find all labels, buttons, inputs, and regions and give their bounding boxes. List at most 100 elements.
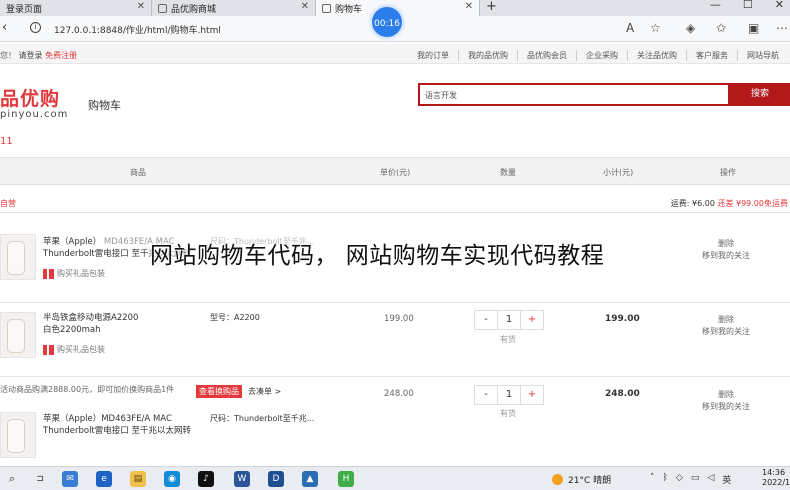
nav-membership[interactable]: 品优购会员: [517, 50, 576, 61]
site-logo[interactable]: 品优购: [0, 84, 60, 111]
search-icon[interactable]: ⌕: [4, 471, 20, 487]
quantity-stepper: - 1 +: [474, 385, 544, 405]
watermark-caption: 网站购物车代码， 网站购物车实现代码教程: [150, 243, 605, 269]
quantity-input[interactable]: 1: [498, 311, 520, 329]
product-name[interactable]: 半岛铁盒移动电源A2200 白色2200mah: [43, 312, 138, 336]
favorite-add-icon[interactable]: ☆: [650, 21, 661, 35]
network-icon[interactable]: ◇: [676, 473, 683, 486]
more-icon[interactable]: ⋯: [776, 21, 788, 35]
new-tab-icon[interactable]: +: [486, 0, 497, 14]
page-icon: [322, 3, 331, 13]
product-thumbnail[interactable]: [0, 412, 36, 458]
gift-wrap-link[interactable]: 购买礼品包装: [43, 344, 105, 355]
col-actions: 操作: [720, 168, 736, 177]
gift-wrap-link[interactable]: 购买礼品包装: [43, 268, 105, 279]
clock[interactable]: 14:36 2022/10/: [762, 468, 790, 488]
weather-widget[interactable]: 21°C 晴朗: [552, 473, 611, 486]
free-shipping-hint: 还差 ¥99.00免运费: [717, 199, 788, 208]
delete-link[interactable]: 删除: [702, 238, 750, 250]
welcome-label: 您！: [0, 51, 16, 60]
collections-icon[interactable]: ▣: [748, 21, 759, 35]
clock-date: 2022/10/: [762, 478, 790, 487]
volume-icon[interactable]: ◁: [707, 473, 714, 486]
move-to-favorites-link[interactable]: 移到我的关注: [702, 250, 750, 262]
item-subtotal: 248.00: [605, 389, 640, 399]
increase-button[interactable]: +: [520, 386, 543, 404]
cart-count: 11: [0, 136, 13, 147]
nav-follow[interactable]: 关注品优购: [627, 50, 686, 61]
close-window-icon[interactable]: ✕: [775, 0, 784, 11]
product-name-line1: 半岛铁盒移动电源A2200: [43, 313, 139, 323]
gift-icon: [43, 344, 54, 355]
login-link[interactable]: 请登录: [19, 51, 43, 60]
task-view-icon[interactable]: ⊐: [32, 471, 48, 487]
tiktok-icon[interactable]: ♪: [198, 471, 214, 487]
item-subtotal: 199.00: [605, 314, 640, 324]
col-unit-price: 单价(元): [380, 168, 411, 177]
minimize-icon[interactable]: —: [710, 0, 721, 11]
search-box[interactable]: [418, 83, 730, 106]
browser-icon[interactable]: ◉: [164, 471, 180, 487]
display-icon[interactable]: ▭: [691, 473, 700, 486]
nav-my-orders[interactable]: 我的订单: [408, 50, 458, 61]
decrease-button[interactable]: -: [475, 386, 498, 404]
move-to-favorites-link[interactable]: 移到我的关注: [702, 401, 750, 413]
tab-mall[interactable]: 品优购商城 ✕: [152, 0, 316, 16]
tab-label: 登录页面: [6, 4, 43, 15]
page-title: 购物车: [88, 99, 121, 112]
mail-icon[interactable]: ✉: [62, 471, 78, 487]
quantity-input[interactable]: 1: [498, 386, 520, 404]
shop-tag: 自营: [0, 199, 16, 208]
close-tab-icon[interactable]: ✕: [301, 1, 309, 12]
folder-icon[interactable]: ▤: [130, 471, 146, 487]
register-link[interactable]: 免费注册: [45, 51, 77, 60]
gift-wrap-label: 购买礼品包装: [57, 345, 105, 354]
delete-link[interactable]: 删除: [702, 389, 750, 401]
product-name-line1: 苹果（Apple）MD463FE/A MAC: [43, 414, 172, 424]
product-thumbnail[interactable]: [0, 312, 36, 358]
delete-link[interactable]: 删除: [702, 314, 750, 326]
ime-indicator[interactable]: 英: [722, 473, 731, 486]
search-input[interactable]: 语言开发: [425, 90, 457, 101]
cart-item: 半岛铁盒移动电源A2200 白色2200mah 购买礼品包装 型号：A2200 …: [0, 304, 790, 376]
move-to-favorites-link[interactable]: 移到我的关注: [702, 326, 750, 338]
site-top-bar: 您！ 请登录 免费注册 我的订单 我的品优购 品优购会员 企业采购 关注品优购 …: [0, 44, 790, 64]
increase-button[interactable]: +: [520, 311, 543, 329]
nav-my-pinyougou[interactable]: 我的品优购: [458, 50, 517, 61]
info-icon[interactable]: i: [30, 22, 41, 33]
extensions-icon[interactable]: ◈: [686, 21, 695, 35]
product-thumbnail[interactable]: [0, 234, 36, 280]
tab-login[interactable]: 登录页面 ✕: [0, 0, 152, 16]
unit-price: 248.00: [384, 389, 414, 399]
photos-icon[interactable]: ▲: [302, 471, 318, 487]
decrease-button[interactable]: -: [475, 311, 498, 329]
recording-timer[interactable]: 00:16: [370, 5, 404, 39]
tray-expand-icon[interactable]: ˄: [650, 473, 655, 486]
nav-enterprise[interactable]: 企业采购: [576, 50, 627, 61]
shipping-info: 运费: ¥6.00 还差 ¥99.00免运费: [671, 198, 788, 209]
stock-status: 有货: [500, 409, 516, 418]
maximize-icon[interactable]: ☐: [743, 0, 753, 11]
close-tab-icon[interactable]: ✕: [137, 1, 145, 12]
back-icon[interactable]: ‹: [2, 20, 7, 35]
close-tab-icon[interactable]: ✕: [465, 1, 473, 12]
item-actions: 删除 移到我的关注: [702, 238, 750, 262]
favorites-icon[interactable]: ✩: [716, 21, 726, 35]
window-controls: — ☐ ✕: [710, 0, 784, 11]
product-name[interactable]: 苹果（Apple）MD463FE/A MAC Thunderbolt雷电接口 至…: [43, 413, 191, 437]
product-spec: 尺码：Thunderbolt至千兆...: [210, 414, 315, 423]
hbuilder-icon[interactable]: H: [338, 471, 354, 487]
cart-table-header: 商品 单价(元) 数量 小计(元) 操作: [0, 157, 790, 185]
url-input[interactable]: 127.0.0.1:8848/作业/html/购物车.html: [54, 23, 221, 36]
item-actions: 删除 移到我的关注: [702, 389, 750, 413]
word-icon[interactable]: W: [234, 471, 250, 487]
bluetooth-icon[interactable]: ᛒ: [663, 473, 668, 486]
unit-price: 199.00: [384, 314, 414, 324]
item-actions: 删除 移到我的关注: [702, 314, 750, 338]
edge-icon[interactable]: e: [96, 471, 112, 487]
devtools-icon[interactable]: D: [268, 471, 284, 487]
nav-customer-service[interactable]: 客户服务: [686, 50, 737, 61]
search-button[interactable]: 搜索: [730, 83, 790, 106]
read-aloud-icon[interactable]: A: [626, 21, 634, 35]
nav-site-map[interactable]: 网站导航: [737, 50, 788, 61]
